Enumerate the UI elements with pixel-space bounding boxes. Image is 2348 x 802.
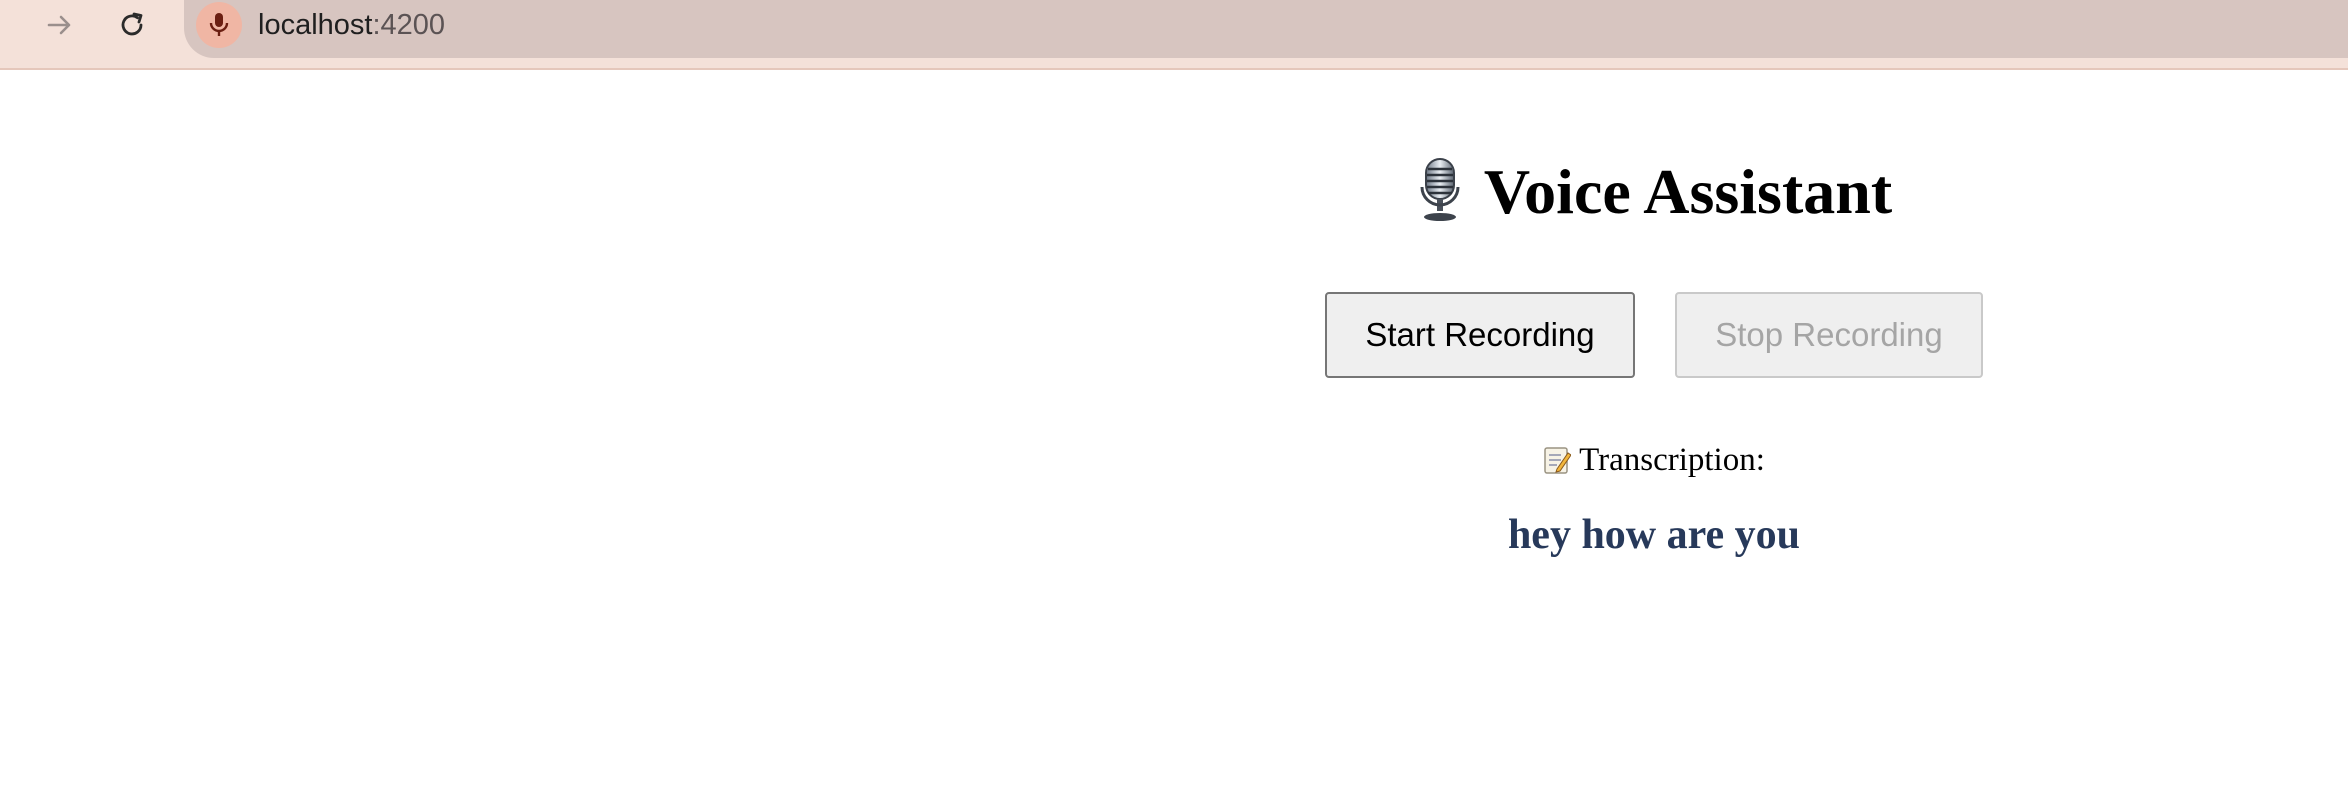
reload-icon xyxy=(121,12,143,36)
start-recording-button[interactable]: Start Recording xyxy=(1325,292,1635,378)
url-port: :4200 xyxy=(372,9,446,41)
transcription-result: hey how are you xyxy=(1507,512,1801,558)
voice-assistant-app: Voice Assistant Start Recording Stop Rec… xyxy=(1174,70,2134,560)
url-text[interactable]: localhost:4200 xyxy=(258,8,445,42)
recording-controls: Start Recording Stop Recording xyxy=(1174,292,2134,378)
mic-permission-button[interactable] xyxy=(196,2,242,48)
stop-recording-button[interactable]: Stop Recording xyxy=(1675,292,1983,378)
memo-icon xyxy=(1544,447,1572,474)
arrow-right-icon xyxy=(47,15,71,35)
page-title-text: Voice Assistant xyxy=(1483,156,1893,227)
microphone-icon xyxy=(209,13,229,36)
browser-toolbar: localhost:4200 xyxy=(0,0,2348,70)
address-bar[interactable]: localhost:4200 xyxy=(184,0,2348,58)
transcription-heading: Transcription: xyxy=(1174,440,2134,480)
page-title: Voice Assistant xyxy=(1174,152,2134,232)
reload-button[interactable] xyxy=(102,0,162,50)
forward-button[interactable] xyxy=(30,0,90,50)
url-host: localhost xyxy=(258,9,373,41)
transcription-label: Transcription: xyxy=(1579,441,1765,478)
studio-microphone-icon xyxy=(1420,158,1460,221)
